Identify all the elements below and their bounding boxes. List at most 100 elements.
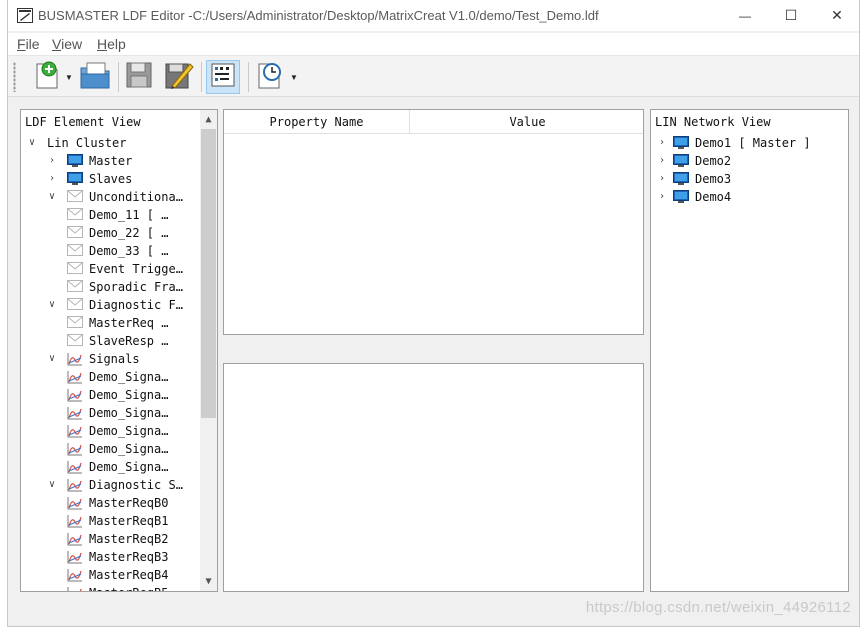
schedule-button[interactable] — [253, 60, 287, 94]
ldf-tree-item-label: Event Trigge… — [89, 262, 183, 276]
menu-file-mnemonic: F — [17, 36, 26, 52]
ecu-icon — [67, 154, 83, 168]
ldf-tree-item-label: MasterReqB5 — [89, 586, 168, 591]
view-toggle-button[interactable] — [206, 60, 240, 94]
ldf-tree-item[interactable]: › Slaves — [47, 170, 132, 188]
ldf-tree-item-label: Diagnostic S… — [89, 478, 183, 492]
frame-icon — [67, 316, 83, 330]
scroll-up-arrow[interactable]: ▲ — [200, 111, 217, 128]
toolbar-separator — [201, 62, 202, 92]
menu-view-label: iew — [61, 36, 83, 52]
ldf-tree-item[interactable]: MasterReqB4 — [67, 566, 168, 584]
lin-network-view-header: LIN Network View — [655, 115, 771, 129]
new-icon — [33, 60, 61, 95]
network-tree-item[interactable]: › Demo3 — [657, 170, 731, 188]
ldf-tree-item[interactable]: Demo_Signa… — [67, 422, 168, 440]
ldf-tree-item-label: Master — [89, 154, 133, 168]
collapse-chevron-icon[interactable]: ∨ — [47, 480, 57, 490]
minimize-button[interactable]: — — [722, 0, 768, 31]
signal-icon — [67, 442, 83, 456]
network-tree-item-label: Demo3 — [695, 172, 732, 186]
schedule-dropdown-arrow[interactable]: ▼ — [290, 73, 298, 82]
expand-chevron-icon[interactable]: › — [657, 192, 667, 202]
frame-icon — [67, 208, 83, 222]
menu-view[interactable]: View — [52, 36, 82, 52]
ldf-tree-item[interactable]: MasterReqB0 — [67, 494, 168, 512]
collapse-chevron-icon[interactable]: ∨ — [47, 300, 57, 310]
network-tree-item-label: Demo4 — [695, 190, 732, 204]
maximize-button[interactable]: ☐ — [768, 0, 814, 31]
ldf-tree-item[interactable]: ∨ Unconditiona… — [47, 188, 183, 206]
ldf-tree-item-label: Demo_Signa… — [89, 370, 169, 384]
ldf-tree-item[interactable]: SlaveResp … — [67, 332, 168, 350]
ldf-tree-item-label: MasterReqB1 — [89, 514, 169, 528]
property-grid: Property Name Value — [223, 109, 644, 335]
network-tree-item[interactable]: › Demo4 — [657, 188, 731, 206]
ecu-icon — [673, 136, 689, 150]
ldf-tree-item[interactable]: MasterReq … — [67, 314, 168, 332]
network-tree-item-label: Demo2 — [695, 154, 732, 168]
menu-file[interactable]: File — [17, 36, 40, 52]
property-name-column[interactable]: Property Name — [224, 115, 409, 129]
ldf-tree-item[interactable]: Demo_Signa… — [67, 368, 168, 386]
collapse-chevron-icon[interactable]: ∨ — [47, 192, 57, 202]
network-tree-item[interactable]: › Demo2 — [657, 152, 731, 170]
menu-help[interactable]: Help — [97, 36, 126, 52]
ldf-tree-item[interactable]: ∨ Lin Cluster — [27, 134, 127, 152]
network-tree-item[interactable]: › Demo1 [ Master ] — [657, 134, 811, 152]
ldf-tree-item[interactable]: Demo_11 [ … — [67, 206, 168, 224]
ldf-tree-item-label: Unconditiona… — [89, 190, 183, 204]
value-column[interactable]: Value — [410, 115, 643, 129]
ldf-tree-item[interactable]: ∨ Signals — [47, 350, 140, 368]
signal-icon — [67, 478, 83, 492]
ldf-tree-item[interactable]: Demo_Signa… — [67, 386, 168, 404]
new-file-button[interactable] — [30, 60, 64, 94]
ldf-tree-item[interactable]: Event Trigge… — [47, 260, 183, 278]
close-button[interactable]: ✕ — [814, 0, 860, 31]
collapse-chevron-icon[interactable]: ∨ — [27, 138, 37, 148]
expand-chevron-icon[interactable]: › — [47, 174, 57, 184]
ldf-tree-item[interactable]: › Master — [47, 152, 132, 170]
ldf-tree-item[interactable]: Demo_Signa… — [67, 440, 168, 458]
ldf-tree-item[interactable]: Demo_22 [ … — [67, 224, 168, 242]
ecu-icon — [673, 190, 689, 204]
scroll-down-arrow[interactable]: ▼ — [200, 573, 217, 590]
ecu-icon — [673, 154, 689, 168]
new-dropdown-arrow[interactable]: ▼ — [65, 73, 73, 82]
ldf-tree-item[interactable]: Demo_Signa… — [67, 458, 168, 476]
ldf-tree-item[interactable]: Sporadic Fra… — [47, 278, 183, 296]
frame-icon — [67, 298, 83, 312]
ldf-tree-item-label: MasterReq … — [89, 316, 169, 330]
signal-icon — [67, 406, 83, 420]
toolbar-grip[interactable] — [13, 62, 16, 92]
ldf-tree-item[interactable]: Demo_33 [ … — [67, 242, 168, 260]
menu-file-label: ile — [25, 36, 40, 52]
ldf-tree-item[interactable]: MasterReqB3 — [67, 548, 168, 566]
save-file-button[interactable] — [122, 60, 156, 94]
app-window: BUSMASTER LDF Editor -C:/Users/Administr… — [7, 0, 860, 627]
frame-icon — [67, 244, 83, 258]
expand-chevron-icon[interactable]: › — [657, 174, 667, 184]
scroll-thumb[interactable] — [201, 129, 216, 418]
network-tree-item-label: Demo1 [ Master ] — [695, 136, 811, 150]
ldf-tree-item[interactable]: MasterReqB5 — [67, 584, 168, 591]
expand-chevron-icon[interactable]: › — [657, 156, 667, 166]
collapse-chevron-icon[interactable]: ∨ — [47, 354, 57, 364]
ldf-tree-item-label: Demo_Signa… — [89, 406, 169, 420]
ldf-tree-item[interactable]: Demo_Signa… — [67, 404, 168, 422]
open-file-button[interactable] — [78, 60, 112, 94]
ldf-tree-item[interactable]: ∨ Diagnostic S… — [47, 476, 183, 494]
ldf-tree-item[interactable]: MasterReqB2 — [67, 530, 168, 548]
ldf-scrollbar[interactable]: ▲ ▼ — [200, 110, 217, 591]
ecu-icon — [673, 172, 689, 186]
ldf-element-view-header: LDF Element View — [25, 115, 141, 129]
ldf-tree-item-label: SlaveResp … — [89, 334, 169, 348]
edit-icon — [164, 60, 194, 95]
ldf-tree-item[interactable]: ∨ Diagnostic F… — [47, 296, 183, 314]
expand-chevron-icon[interactable]: › — [657, 138, 667, 148]
expand-chevron-icon[interactable]: › — [47, 156, 57, 166]
ldf-tree-item[interactable]: MasterReqB1 — [67, 512, 168, 530]
clock-icon — [256, 60, 284, 95]
edit-button[interactable] — [162, 60, 196, 94]
